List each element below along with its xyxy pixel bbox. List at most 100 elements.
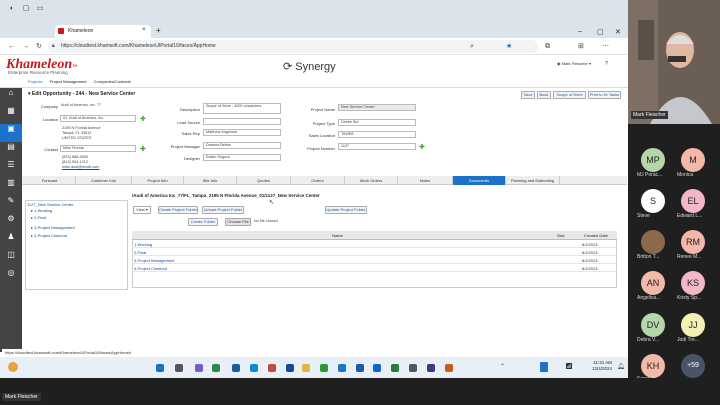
choose-file-button[interactable]: Choose File	[225, 218, 251, 226]
participant-avatar[interactable]: MP	[641, 148, 665, 172]
tab-project-info[interactable]: Project Info	[132, 176, 184, 185]
forward-icon[interactable]: →	[22, 42, 29, 52]
tree-item-working[interactable]: ▸ 1-Working	[31, 208, 52, 213]
designer-select[interactable]: Edwin Segura	[203, 154, 281, 161]
app-icon[interactable]	[409, 364, 417, 372]
chrome-icon[interactable]	[320, 364, 328, 372]
upload-project-folder-button[interactable]: Upload Project Folder	[202, 206, 244, 214]
contact-add-icon[interactable]: ✚	[140, 145, 146, 153]
sidebar-home-icon[interactable]: ⌂	[0, 88, 22, 106]
table-row[interactable]: 2-Final 8/1/2024	[132, 248, 617, 256]
print-button[interactable]: Print to Dr Tasks	[588, 91, 621, 99]
lead-source-select[interactable]	[203, 118, 281, 125]
menu-icon[interactable]: ⋯	[602, 42, 609, 52]
view-menu[interactable]: View ▾	[133, 206, 151, 214]
profile-icon[interactable]: ◐	[6, 3, 18, 15]
sidebar-chart-icon[interactable]: ▥	[0, 178, 22, 196]
update-project-folder-button[interactable]: Update Project Folder	[325, 206, 367, 214]
more-participants-badge[interactable]: +59	[681, 354, 705, 378]
tab-quotes[interactable]: Quotes	[237, 176, 291, 185]
sidebar-calendar-icon[interactable]: ▦	[0, 106, 22, 124]
project-number-add-icon[interactable]: ✚	[419, 143, 425, 151]
col-created-date[interactable]: Created Date	[584, 233, 608, 238]
participant-avatar[interactable]: M	[681, 148, 705, 172]
participant-avatar[interactable]: KS	[681, 271, 705, 295]
sidebar-docs-icon[interactable]: ▤	[0, 142, 22, 160]
sidebar-reports-icon[interactable]: ◫	[0, 250, 22, 268]
favorite-icon[interactable]: ★	[506, 42, 512, 52]
participant-avatar[interactable]: AN	[641, 271, 665, 295]
col-name[interactable]: Name	[332, 233, 343, 238]
sidebar-list-icon[interactable]: ☰	[0, 160, 22, 178]
edge-icon[interactable]	[250, 364, 258, 372]
network-icon[interactable]: 📶︎	[565, 363, 573, 370]
nav-project-management[interactable]: Project Management	[50, 79, 87, 84]
sidebar-settings-icon[interactable]: ⚙	[0, 214, 22, 232]
back-icon[interactable]: ←	[8, 42, 15, 52]
sales-rep-select[interactable]: Matthew Angelone	[203, 129, 281, 136]
tab-customer-info[interactable]: Customer Info	[76, 176, 132, 185]
refresh-icon[interactable]: ↻	[36, 42, 42, 52]
contact-email[interactable]: mike.audi@email.com	[62, 165, 99, 170]
app-icon[interactable]	[286, 364, 294, 372]
close-tab-icon[interactable]: ×	[142, 27, 146, 33]
participant-avatar[interactable]: DV	[641, 313, 665, 337]
project-number-select[interactable]: 1127	[338, 143, 416, 150]
sales-location-select[interactable]: TAMPA	[338, 131, 416, 138]
project-type-select[interactable]: Desire Bid	[338, 119, 416, 126]
close-window-icon[interactable]: ✕	[615, 28, 621, 36]
tab-actions-icon[interactable]: ▭	[34, 3, 46, 15]
location-add-icon[interactable]: ✚	[140, 115, 146, 123]
sidebar-tools-icon[interactable]: ✎	[0, 196, 22, 214]
nav-companies-contacts[interactable]: Companies/Contacts	[94, 79, 131, 84]
zoom-icon[interactable]: ⌕	[470, 42, 474, 52]
col-size[interactable]: Size	[557, 233, 565, 238]
sidebar-projects-icon[interactable]: ▣	[0, 124, 22, 142]
participant-photo[interactable]	[641, 230, 665, 254]
app-icon[interactable]	[338, 364, 346, 372]
tab-work-orders[interactable]: Work Orders	[345, 176, 398, 185]
tab-site-info[interactable]: Site Info	[184, 176, 237, 185]
new-tab-icon[interactable]: +	[156, 26, 161, 35]
tree-item-final[interactable]: ▸ 2-Final	[31, 215, 46, 220]
participant-avatar[interactable]: KH	[641, 354, 665, 378]
nav-projects[interactable]: Projects	[28, 79, 42, 84]
sidebar-users-icon[interactable]: ♟	[0, 232, 22, 250]
participant-avatar[interactable]: S	[641, 189, 665, 213]
clock-time[interactable]: 11:31 AM	[588, 360, 612, 365]
help-icon[interactable]: ?	[605, 61, 608, 67]
mic-icon[interactable]	[540, 362, 548, 372]
collections-icon[interactable]: ⊞	[578, 42, 584, 52]
location-select[interactable]: 01. Audi of America, Inc.	[60, 115, 136, 122]
back-button[interactable]: Back	[537, 91, 551, 99]
sidebar-help-icon[interactable]: ◎	[0, 268, 22, 286]
user-menu[interactable]: ◉ Mark Fleischer ▾	[557, 61, 591, 66]
create-folder-button[interactable]: Create Folder	[188, 218, 218, 226]
tree-item-project-management[interactable]: ▸ 3-Project Management	[31, 225, 75, 230]
table-row[interactable]: 1-Working 8/1/2024	[132, 240, 617, 248]
extensions-icon[interactable]: ⧉	[545, 42, 550, 52]
table-row[interactable]: 4-Project Closeout 8/1/2024	[132, 264, 617, 272]
tab-orders[interactable]: Orders	[291, 176, 345, 185]
project-manager-select[interactable]: Deanna Belton	[203, 142, 281, 149]
app-icon[interactable]	[427, 364, 435, 372]
address-bar[interactable]: 🔒︎ https://cloudtest.khamsoft.com/Khamel…	[48, 40, 538, 53]
minimize-icon[interactable]: –	[578, 28, 582, 35]
start-icon[interactable]	[156, 364, 164, 372]
app-icon[interactable]	[212, 364, 220, 372]
clock-date[interactable]: 12/4/2024	[588, 366, 612, 371]
search-icon[interactable]	[175, 364, 183, 372]
participant-avatar[interactable]: JJ	[681, 313, 705, 337]
tab-documents[interactable]: Documents	[453, 176, 506, 185]
tree-root[interactable]: 1127_New Service Center	[27, 202, 73, 207]
save-button[interactable]: Save	[521, 91, 535, 99]
tab-planning-estimating[interactable]: Planning and Estimating	[506, 176, 560, 185]
explorer-icon[interactable]	[302, 364, 310, 372]
table-row[interactable]: 3-Project Management 8/1/2024	[132, 256, 617, 264]
app-icon[interactable]	[232, 364, 240, 372]
app-icon[interactable]	[268, 364, 276, 372]
scope-of-work-button[interactable]: Scope of Work	[553, 91, 586, 99]
firefox-icon[interactable]	[445, 364, 453, 372]
contact-select[interactable]: Mike Florida	[60, 145, 136, 152]
project-name-field[interactable]: New Service Center	[338, 104, 416, 111]
